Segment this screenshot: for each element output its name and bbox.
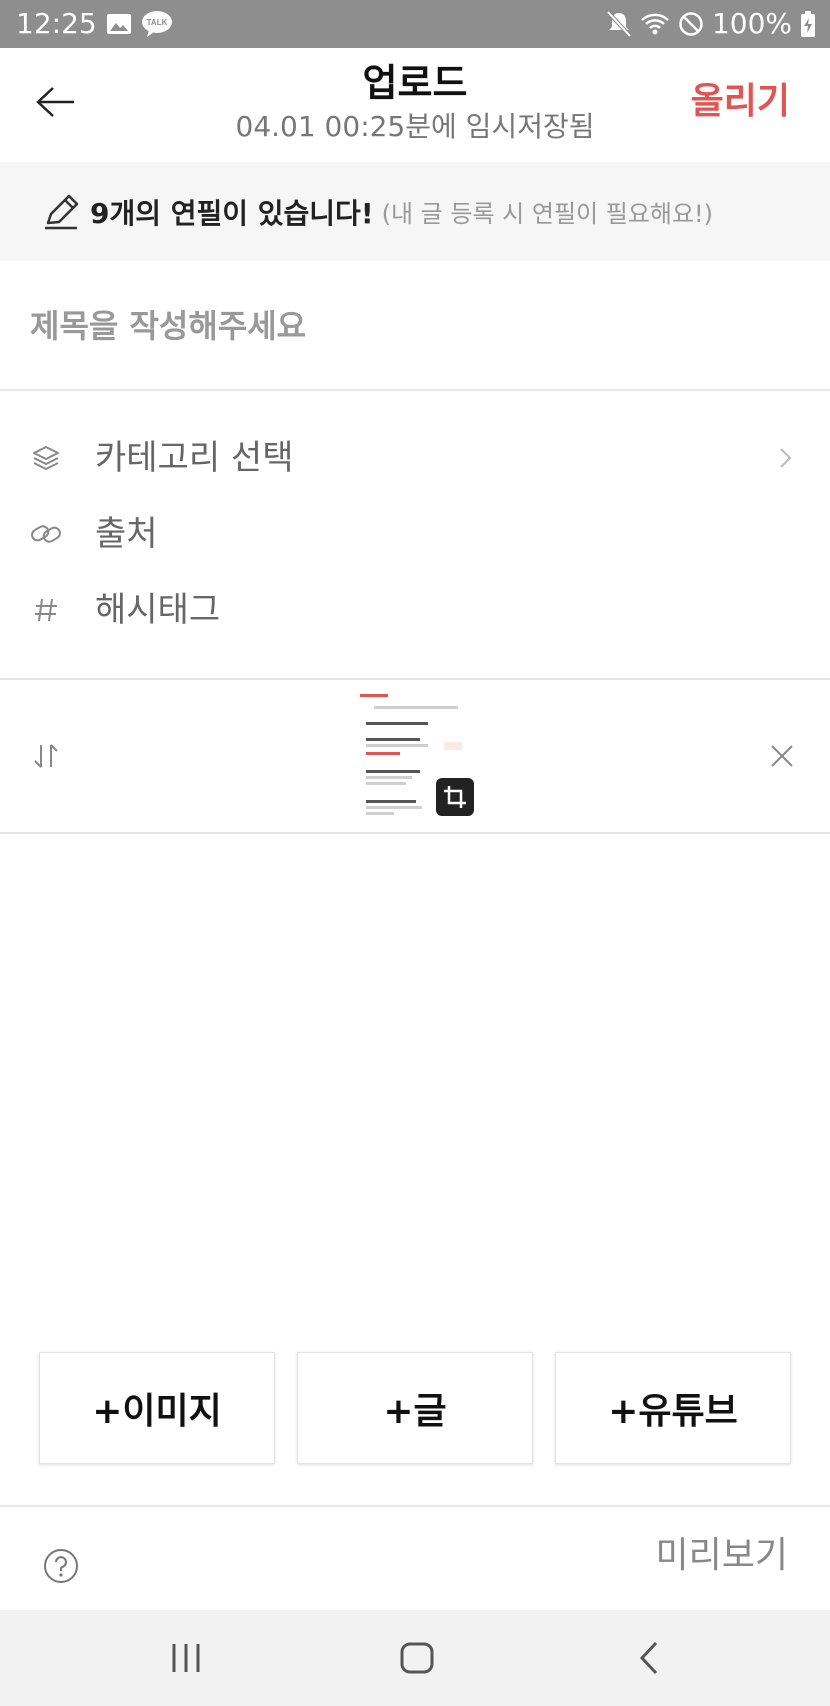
category-label: 카테고리 선택 <box>95 438 294 478</box>
crop-icon <box>444 786 466 808</box>
thumbnail-text-line <box>366 812 394 815</box>
source-field[interactable]: 출처 <box>0 496 830 572</box>
thumbnail-text-line <box>366 770 420 773</box>
status-time: 12:25 <box>16 7 97 40</box>
thumbnail-text-line <box>366 776 412 779</box>
chevron-right-icon <box>780 448 792 468</box>
thumbnail-text-line <box>366 738 420 741</box>
close-icon[interactable] <box>768 742 796 770</box>
hashtag-field[interactable]: 해시태그 <box>0 572 830 648</box>
layers-icon <box>30 442 62 474</box>
recent-apps-icon[interactable] <box>168 1638 204 1678</box>
question-icon[interactable] <box>43 1548 79 1584</box>
add-text-button[interactable]: +글 <box>297 1352 533 1464</box>
add-image-button[interactable]: +이미지 <box>39 1352 275 1464</box>
hashtag-icon <box>30 594 62 626</box>
wifi-icon <box>641 13 669 35</box>
status-bar: 12:25 TALK 100% <box>0 0 830 48</box>
thumbnail-text-line <box>366 782 406 785</box>
talk-icon-label: TALK <box>147 18 168 27</box>
hashtag-label: 해시태그 <box>95 590 221 630</box>
upload-button[interactable]: 올리기 <box>691 80 790 124</box>
thumbnail-text-line <box>366 806 422 809</box>
gallery-icon <box>107 14 131 34</box>
source-label: 출처 <box>95 514 158 554</box>
sort-icon[interactable] <box>30 740 62 772</box>
back-nav-icon[interactable] <box>634 1638 664 1678</box>
crop-button[interactable] <box>436 778 474 816</box>
kakaotalk-icon: TALK <box>142 11 172 37</box>
mute-icon <box>606 10 632 38</box>
preview-button[interactable]: 미리보기 <box>656 1534 788 1578</box>
thumbnail-accent-line <box>360 694 388 697</box>
thumbnail-progress <box>366 752 400 755</box>
battery-charging-icon <box>801 11 815 37</box>
thumbnail-text-line <box>374 706 458 709</box>
thumbnail-text-line <box>366 744 428 747</box>
title-field <box>0 261 830 391</box>
title-input[interactable] <box>30 301 800 351</box>
home-icon[interactable] <box>398 1638 436 1678</box>
do-not-disturb-icon <box>679 12 703 36</box>
link-icon <box>30 518 62 550</box>
system-nav-bar <box>0 1610 830 1706</box>
thumbnail-text-line <box>366 722 428 725</box>
divider <box>0 1505 830 1507</box>
thumbnail-text-line <box>366 800 416 803</box>
pencil-count: 9개의 연필이 있습니다! <box>90 196 374 230</box>
pencil-hint: (내 글 등록 시 연필이 필요해요!) <box>381 200 714 228</box>
status-icons: 100% <box>606 7 816 41</box>
pencil-icon <box>45 194 79 229</box>
category-selector[interactable]: 카테고리 선택 <box>0 420 830 496</box>
thumbnail-badge <box>444 742 462 750</box>
image-block <box>0 680 830 834</box>
pencil-banner: 9개의 연필이 있습니다! (내 글 등록 시 연필이 필요해요!) <box>0 162 830 261</box>
battery-percent: 100% <box>711 7 792 40</box>
header: 업로드 04.01 00:25분에 임시저장됨 올리기 <box>0 48 830 162</box>
add-youtube-button[interactable]: +유튜브 <box>555 1352 791 1464</box>
